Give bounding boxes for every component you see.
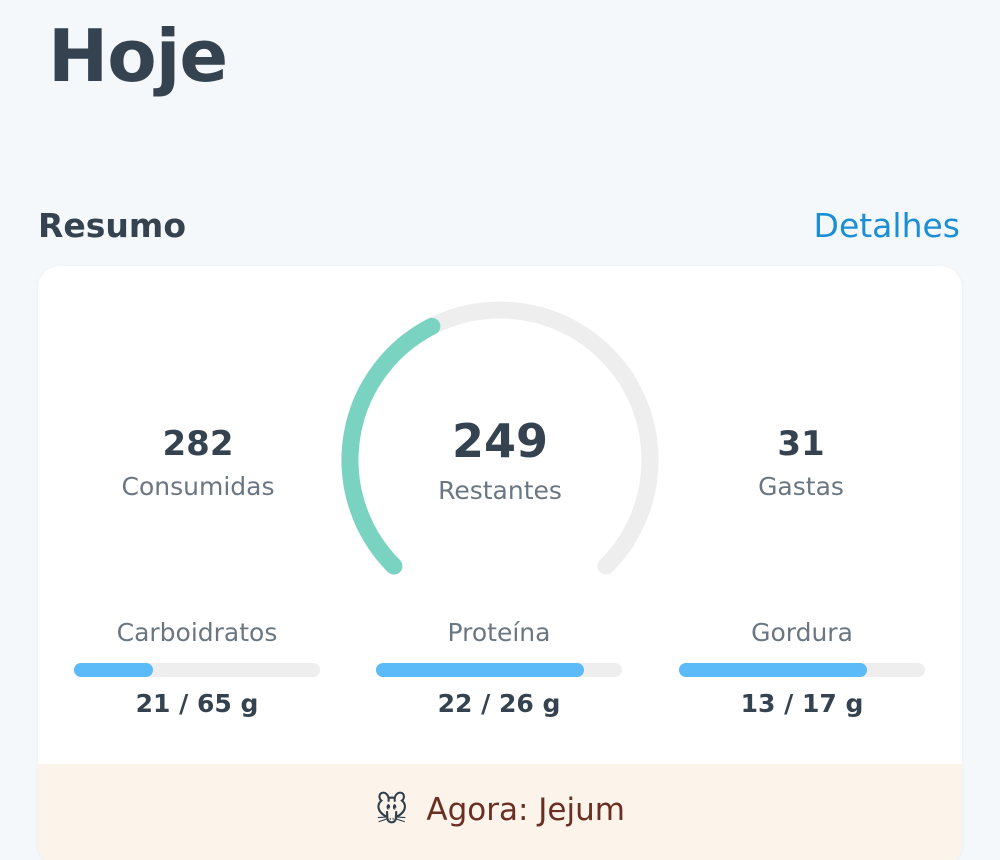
macro-fat-name: Gordura — [751, 618, 853, 647]
summary-header: Resumo Detalhes — [38, 200, 960, 250]
remaining-stat: 249 Restantes — [380, 414, 620, 505]
macro-fat-amount: 13 / 17 g — [740, 689, 864, 718]
macro-carbs-amount: 21 / 65 g — [135, 689, 259, 718]
macro-carbs-track — [74, 663, 320, 677]
macro-fat-fill — [679, 663, 868, 677]
burned-stat: 31 Gastas — [681, 424, 921, 501]
summary-title: Resumo — [38, 205, 186, 245]
burned-label: Gastas — [758, 472, 844, 501]
macro-fat: Gordura 13 / 17 g — [679, 618, 925, 718]
today-screen: Hoje Resumo Detalhes 282 Consumidas 249 … — [0, 0, 1000, 860]
macro-carbs-name: Carboidratos — [116, 618, 278, 647]
remaining-value: 249 — [451, 414, 549, 468]
consumed-label: Consumidas — [121, 472, 275, 501]
macro-protein-fill — [376, 663, 585, 677]
consumed-value: 282 — [162, 424, 234, 464]
macro-carbs: Carboidratos 21 / 65 g — [74, 618, 320, 718]
page-title: Hoje — [48, 14, 228, 98]
fasting-status-banner[interactable]: 🐭 Agora: Jejum — [38, 764, 962, 860]
details-link[interactable]: Detalhes — [814, 206, 960, 245]
burned-value: 31 — [777, 424, 825, 464]
macro-fat-track — [679, 663, 925, 677]
mouse-face-icon: 🐭 — [375, 791, 409, 829]
macro-protein-name: Proteína — [447, 618, 551, 647]
consumed-stat: 282 Consumidas — [78, 424, 318, 501]
fasting-status-label: Agora: Jejum — [426, 792, 625, 828]
macro-protein: Proteína 22 / 26 g — [376, 618, 622, 718]
macro-carbs-fill — [74, 663, 154, 677]
summary-card[interactable]: 282 Consumidas 249 Restantes 31 Gastas C… — [38, 266, 962, 860]
macro-protein-track — [376, 663, 622, 677]
macro-protein-amount: 22 / 26 g — [437, 689, 561, 718]
remaining-label: Restantes — [438, 476, 562, 505]
